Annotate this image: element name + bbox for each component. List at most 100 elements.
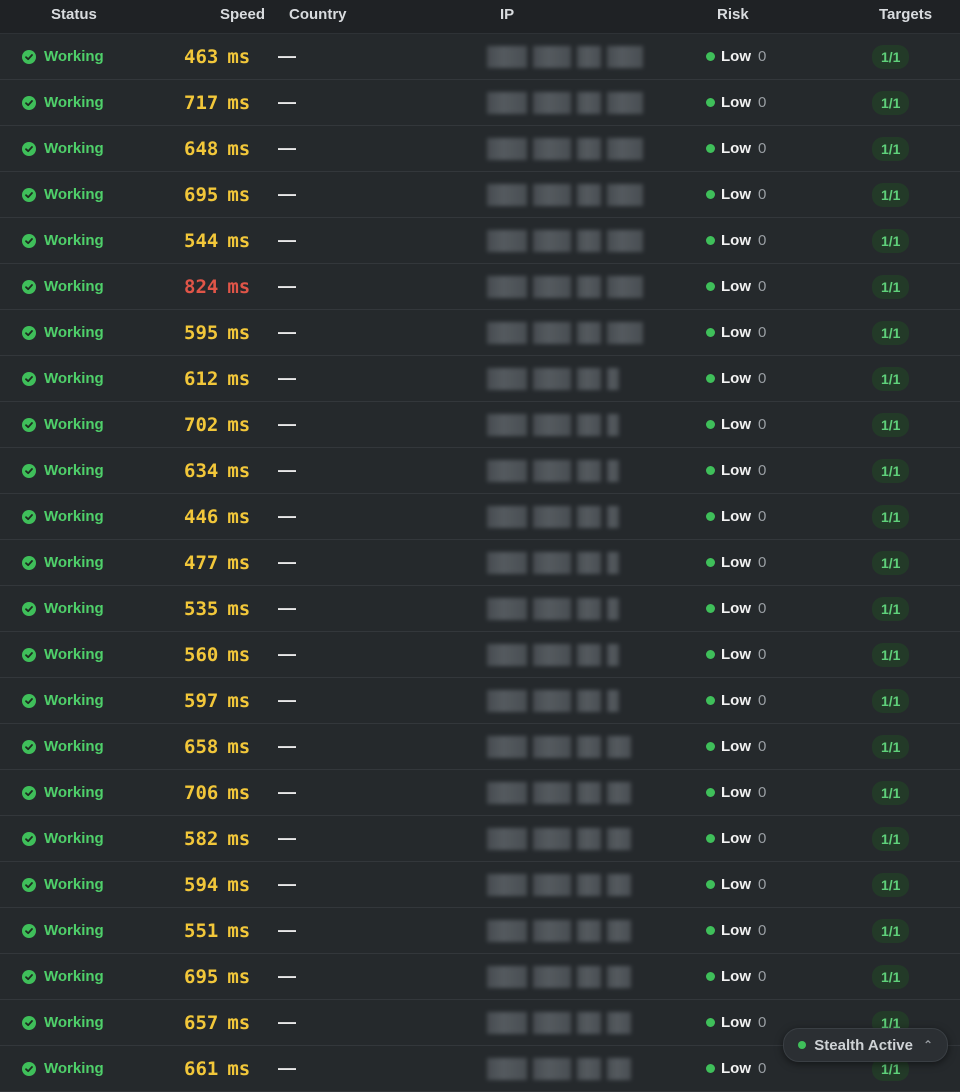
table-row[interactable]: Working 544 ms — Low 0 1/1 bbox=[0, 218, 960, 264]
risk-cell: Low 0 bbox=[706, 816, 766, 861]
risk-level: Low bbox=[721, 738, 751, 755]
ip-cell[interactable] bbox=[487, 402, 625, 447]
status-text: Working bbox=[44, 968, 104, 985]
speed-cell: 446 ms bbox=[184, 494, 250, 539]
column-header-speed[interactable]: Speed bbox=[220, 6, 265, 23]
ip-cell[interactable] bbox=[487, 632, 625, 677]
targets-badge: 1/1 bbox=[872, 274, 910, 299]
country-cell: — bbox=[278, 552, 296, 572]
table-row[interactable]: Working 594 ms — Low 0 1/1 bbox=[0, 862, 960, 908]
check-circle-icon bbox=[22, 647, 36, 662]
table-row[interactable]: Working 658 ms — Low 0 1/1 bbox=[0, 724, 960, 770]
country-cell: — bbox=[278, 736, 296, 756]
ip-cell[interactable] bbox=[487, 356, 625, 401]
status-text: Working bbox=[44, 278, 104, 295]
table-row[interactable]: Working 695 ms — Low 0 1/1 bbox=[0, 954, 960, 1000]
table-row[interactable]: Working 648 ms — Low 0 1/1 bbox=[0, 126, 960, 172]
check-circle-icon bbox=[22, 785, 36, 800]
stealth-status-pill[interactable]: Stealth Active ⌃ bbox=[783, 1028, 948, 1062]
ip-cell[interactable] bbox=[487, 448, 625, 493]
status-cell: Working bbox=[22, 34, 104, 79]
risk-level: Low bbox=[721, 186, 751, 203]
ip-cell[interactable] bbox=[487, 126, 649, 171]
ip-cell[interactable] bbox=[487, 770, 637, 815]
table-row[interactable]: Working 446 ms — Low 0 1/1 bbox=[0, 494, 960, 540]
table-row[interactable]: Working 535 ms — Low 0 1/1 bbox=[0, 586, 960, 632]
ip-cell[interactable] bbox=[487, 540, 625, 585]
speed-unit: ms bbox=[227, 275, 251, 298]
table-row[interactable]: Working 706 ms — Low 0 1/1 bbox=[0, 770, 960, 816]
ip-cell[interactable] bbox=[487, 494, 625, 539]
ip-cell[interactable] bbox=[487, 1046, 637, 1091]
table-row[interactable]: Working 695 ms — Low 0 1/1 bbox=[0, 172, 960, 218]
status-text: Working bbox=[44, 692, 104, 709]
ip-redacted-block bbox=[533, 643, 571, 666]
risk-score: 0 bbox=[758, 416, 767, 433]
table-row[interactable]: Working 824 ms — Low 0 1/1 bbox=[0, 264, 960, 310]
status-cell: Working bbox=[22, 954, 104, 999]
ip-redacted-block bbox=[487, 137, 527, 160]
table-row[interactable]: Working 702 ms — Low 0 1/1 bbox=[0, 402, 960, 448]
ip-cell[interactable] bbox=[487, 816, 637, 861]
ip-cell[interactable] bbox=[487, 954, 637, 999]
table-row[interactable]: Working 560 ms — Low 0 1/1 bbox=[0, 632, 960, 678]
ip-redacted-block bbox=[533, 413, 571, 436]
ip-cell[interactable] bbox=[487, 908, 637, 953]
speed-unit: ms bbox=[227, 459, 251, 482]
ip-redacted-block bbox=[533, 183, 571, 206]
ip-cell[interactable] bbox=[487, 218, 649, 263]
speed-cell: 702 ms bbox=[184, 402, 250, 447]
ip-redacted-block bbox=[487, 1057, 527, 1080]
column-header-status[interactable]: Status bbox=[51, 6, 97, 23]
table-row[interactable]: Working 582 ms — Low 0 1/1 bbox=[0, 816, 960, 862]
ip-cell[interactable] bbox=[487, 586, 625, 631]
ip-cell[interactable] bbox=[487, 80, 649, 125]
table-row[interactable]: Working 477 ms — Low 0 1/1 bbox=[0, 540, 960, 586]
risk-cell: Low 0 bbox=[706, 632, 766, 677]
ip-cell[interactable] bbox=[487, 678, 625, 723]
ip-cell[interactable] bbox=[487, 264, 649, 309]
ip-redacted-block bbox=[533, 45, 571, 68]
ip-cell[interactable] bbox=[487, 34, 649, 79]
table-row[interactable]: Working 463 ms — Low 0 1/1 bbox=[0, 34, 960, 80]
table-row[interactable]: Working 717 ms — Low 0 1/1 bbox=[0, 80, 960, 126]
targets-cell: 1/1 bbox=[872, 862, 910, 907]
speed-unit: ms bbox=[227, 321, 251, 344]
ip-redacted-block bbox=[577, 91, 601, 114]
column-header-country[interactable]: Country bbox=[289, 6, 347, 23]
table-row[interactable]: Working 634 ms — Low 0 1/1 bbox=[0, 448, 960, 494]
targets-badge: 1/1 bbox=[872, 90, 910, 115]
ip-redacted-block bbox=[487, 597, 527, 620]
risk-level: Low bbox=[721, 830, 751, 847]
country-cell: — bbox=[278, 276, 296, 296]
speed-cell: 597 ms bbox=[184, 678, 250, 723]
ip-redacted-block bbox=[607, 597, 619, 620]
risk-dot-icon bbox=[706, 144, 715, 153]
column-header-targets[interactable]: Targets bbox=[879, 6, 932, 23]
ip-cell[interactable] bbox=[487, 172, 649, 217]
speed-unit: ms bbox=[227, 91, 251, 114]
targets-badge: 1/1 bbox=[872, 596, 910, 621]
ip-cell[interactable] bbox=[487, 862, 637, 907]
ip-cell[interactable] bbox=[487, 1000, 637, 1045]
speed-value: 582 bbox=[184, 827, 219, 850]
table-row[interactable]: Working 612 ms — Low 0 1/1 bbox=[0, 356, 960, 402]
ip-cell[interactable] bbox=[487, 724, 637, 769]
column-header-ip[interactable]: IP bbox=[500, 6, 514, 23]
check-circle-icon bbox=[22, 601, 36, 616]
speed-value: 695 bbox=[184, 965, 219, 988]
speed-unit: ms bbox=[227, 919, 251, 942]
ip-cell[interactable] bbox=[487, 310, 649, 355]
ip-redacted-block bbox=[607, 321, 643, 344]
risk-score: 0 bbox=[758, 554, 767, 571]
risk-level: Low bbox=[721, 508, 751, 525]
table-row[interactable]: Working 551 ms — Low 0 1/1 bbox=[0, 908, 960, 954]
column-header-risk[interactable]: Risk bbox=[717, 6, 749, 23]
targets-badge: 1/1 bbox=[872, 182, 910, 207]
risk-level: Low bbox=[721, 1014, 751, 1031]
table-body: Working 463 ms — Low 0 1/1 Working 717 m… bbox=[0, 34, 960, 1092]
ip-redacted-block bbox=[577, 45, 601, 68]
table-row[interactable]: Working 597 ms — Low 0 1/1 bbox=[0, 678, 960, 724]
table-row[interactable]: Working 595 ms — Low 0 1/1 bbox=[0, 310, 960, 356]
status-cell: Working bbox=[22, 862, 104, 907]
